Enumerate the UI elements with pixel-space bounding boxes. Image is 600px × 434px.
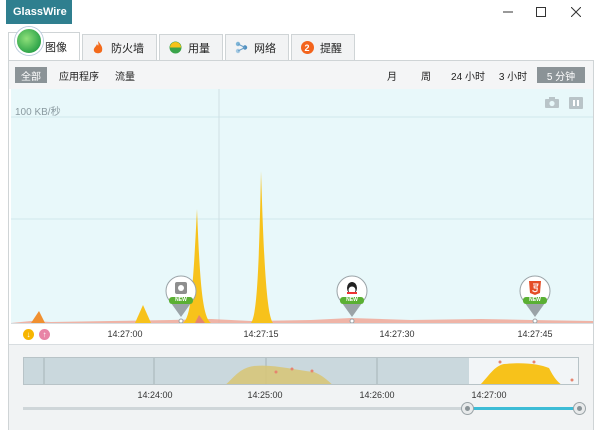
traffic-graph[interactable]: 100 KB/秒 NEW NEW NEW bbox=[11, 89, 593, 341]
maximize-icon bbox=[536, 7, 546, 17]
pause-icon bbox=[569, 97, 583, 109]
app-pin-new[interactable]: NEW bbox=[517, 275, 553, 323]
outgoing-legend-icon[interactable]: ↑ bbox=[39, 329, 50, 340]
close-icon bbox=[571, 7, 581, 17]
globe-icon bbox=[15, 27, 43, 55]
incoming-peak bbox=[135, 305, 151, 323]
time-range-selection bbox=[467, 407, 579, 410]
graph-toolbar: 全部 应用程序 流量 月 周 24 小时 3 小时 5 分钟 bbox=[9, 61, 593, 89]
camera-icon bbox=[545, 97, 559, 108]
filter-traffic[interactable]: 流量 bbox=[109, 67, 141, 83]
time-tick: 14:27:30 bbox=[379, 329, 415, 339]
incoming-peak bbox=[251, 171, 273, 323]
usage-icon bbox=[168, 41, 182, 55]
time-tick: 14:27:45 bbox=[517, 329, 553, 339]
filter-all[interactable]: 全部 bbox=[15, 67, 47, 83]
overview-timeline[interactable] bbox=[23, 357, 579, 385]
chevron-down-icon: ⌄ bbox=[70, 6, 79, 17]
tab-firewall[interactable]: 防火墙 bbox=[82, 34, 157, 60]
app-pin-new[interactable]: NEW bbox=[163, 275, 199, 323]
range-24h[interactable]: 24 小时 bbox=[449, 67, 487, 83]
incoming-legend-icon[interactable]: ↓ bbox=[23, 329, 34, 340]
time-axis: ↓ ↑ 14:27:00 14:27:15 14:27:30 14:27:45 bbox=[11, 323, 593, 345]
minimize-button[interactable] bbox=[498, 4, 518, 20]
range-week[interactable]: 周 bbox=[417, 67, 435, 83]
flame-icon bbox=[91, 40, 105, 55]
tab-label: 网络 bbox=[254, 42, 276, 55]
range-month[interactable]: 月 bbox=[383, 67, 401, 83]
tab-label: 提醒 bbox=[320, 42, 342, 55]
tab-usage[interactable]: 用量 bbox=[159, 34, 223, 60]
new-badge: NEW bbox=[346, 297, 358, 303]
overview-time-tick: 14:25:00 bbox=[247, 390, 283, 400]
range-3h[interactable]: 3 小时 bbox=[497, 67, 529, 83]
app-menu-button[interactable]: GlassWire ⌄ bbox=[6, 0, 78, 24]
incoming-peak bbox=[31, 311, 45, 323]
tab-label: 用量 bbox=[188, 42, 210, 55]
range-start-handle[interactable] bbox=[461, 402, 474, 415]
pause-button[interactable] bbox=[569, 97, 585, 111]
main-tabs: 图像 防火墙 用量 网络 2 提醒 bbox=[8, 27, 355, 60]
network-icon bbox=[234, 41, 248, 55]
time-tick: 14:27:00 bbox=[107, 329, 143, 339]
tab-label: 防火墙 bbox=[111, 42, 144, 55]
app-title: GlassWire bbox=[13, 6, 67, 18]
graph-panel: 全部 应用程序 流量 月 周 24 小时 3 小时 5 分钟 100 KB/秒 bbox=[8, 60, 594, 430]
range-5min[interactable]: 5 分钟 bbox=[537, 67, 585, 83]
overview-area-shape bbox=[226, 365, 332, 384]
title-bar: GlassWire ⌄ bbox=[0, 0, 600, 28]
app-pin-new[interactable]: NEW bbox=[334, 275, 370, 323]
tab-alerts[interactable]: 2 提醒 bbox=[291, 34, 355, 60]
overview-time-tick: 14:27:00 bbox=[471, 390, 507, 400]
tab-graph[interactable]: 图像 bbox=[8, 27, 80, 60]
new-badge: NEW bbox=[529, 297, 541, 303]
new-badge: NEW bbox=[175, 297, 187, 303]
camera-button[interactable] bbox=[545, 97, 561, 111]
alert-count-badge: 2 bbox=[300, 41, 314, 54]
time-tick: 14:27:15 bbox=[243, 329, 279, 339]
tab-network[interactable]: 网络 bbox=[225, 34, 289, 60]
overview-time-tick: 14:24:00 bbox=[137, 390, 173, 400]
graph-scale-label: 100 KB/秒 bbox=[15, 107, 61, 118]
range-end-handle[interactable] bbox=[573, 402, 586, 415]
close-button[interactable] bbox=[566, 4, 586, 20]
traffic-graph-svg bbox=[11, 89, 593, 323]
tab-label: 图像 bbox=[45, 41, 67, 54]
overview-time-tick: 14:26:00 bbox=[359, 390, 395, 400]
alert-badge-icon: 2 bbox=[300, 41, 314, 55]
minimize-icon bbox=[503, 11, 513, 13]
filter-apps[interactable]: 应用程序 bbox=[53, 67, 105, 83]
maximize-button[interactable] bbox=[531, 4, 551, 20]
overview-svg bbox=[43, 358, 578, 384]
